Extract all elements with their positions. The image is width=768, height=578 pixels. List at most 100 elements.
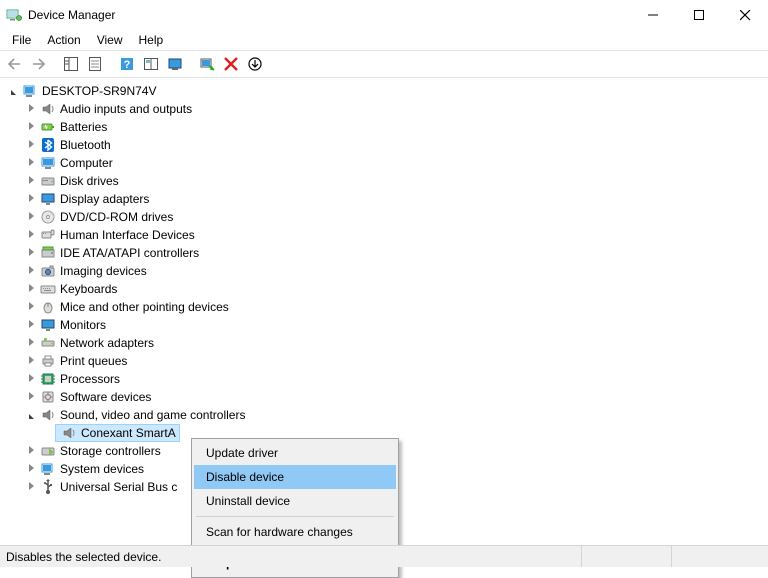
toolbar: ? [0, 50, 768, 78]
tree-category[interactable]: DVD/CD-ROM drives [4, 208, 768, 226]
show-hide-tree-button[interactable] [60, 53, 82, 75]
tree-category[interactable]: Batteries [4, 118, 768, 136]
menu-help[interactable]: Help [131, 31, 172, 49]
menu-view[interactable]: View [89, 31, 131, 49]
tree-category[interactable]: Display adapters [4, 190, 768, 208]
expand-collapse-icon[interactable] [24, 482, 38, 493]
keyboard-icon [40, 281, 56, 297]
context-menu-item[interactable]: Scan for hardware changes [194, 520, 396, 544]
app-icon [6, 7, 22, 23]
pc-icon [22, 83, 38, 99]
tree-category[interactable]: Imaging devices [4, 262, 768, 280]
context-menu-item[interactable]: Uninstall device [194, 489, 396, 513]
hid-icon [40, 227, 56, 243]
expand-collapse-icon[interactable] [24, 356, 38, 367]
disable-button[interactable] [220, 53, 242, 75]
system-icon [40, 461, 56, 477]
expand-collapse-icon[interactable] [24, 212, 38, 223]
expand-collapse-icon[interactable] [24, 104, 38, 115]
status-cell-3 [672, 546, 762, 567]
expand-collapse-icon[interactable] [6, 86, 20, 97]
expand-collapse-icon[interactable] [24, 464, 38, 475]
expand-collapse-icon[interactable] [24, 284, 38, 295]
tree-item-label: Human Interface Devices [60, 228, 195, 242]
titlebar: Device Manager [0, 0, 768, 30]
tree-category[interactable]: Bluetooth [4, 136, 768, 154]
context-menu-item[interactable]: Disable device [194, 465, 396, 489]
mouse-icon [40, 299, 56, 315]
expand-collapse-icon[interactable] [24, 446, 38, 457]
tree-category[interactable]: Disk drives [4, 172, 768, 190]
expand-collapse-icon[interactable] [24, 392, 38, 403]
expand-collapse-icon[interactable] [24, 122, 38, 133]
help-button[interactable]: ? [116, 53, 138, 75]
expand-collapse-icon[interactable] [24, 266, 38, 277]
device-tree[interactable]: DESKTOP-SR9N74V Audio inputs and outputs B… [0, 78, 768, 500]
network-icon [40, 335, 56, 351]
tree-category[interactable]: Computer [4, 154, 768, 172]
tree-item-label: Sound, video and game controllers [60, 408, 245, 422]
expand-collapse-icon[interactable] [24, 176, 38, 187]
tree-category[interactable]: Keyboards [4, 280, 768, 298]
tree-item-label: Monitors [60, 318, 106, 332]
tree-category[interactable]: Human Interface Devices [4, 226, 768, 244]
expand-collapse-icon[interactable] [24, 158, 38, 169]
camera-icon [40, 263, 56, 279]
tree-category[interactable]: Monitors [4, 316, 768, 334]
tree-item-label: Disk drives [60, 174, 119, 188]
close-button[interactable] [722, 0, 768, 30]
tree-category[interactable]: Network adapters [4, 334, 768, 352]
ide-icon [40, 245, 56, 261]
properties-button[interactable] [84, 53, 106, 75]
tree-item-label: Network adapters [60, 336, 154, 350]
tree-category[interactable]: Mice and other pointing devices [4, 298, 768, 316]
tree-item-label: Mice and other pointing devices [60, 300, 229, 314]
expand-collapse-icon[interactable] [24, 140, 38, 151]
tree-item-label: Conexant SmartA [81, 426, 176, 440]
minimize-button[interactable] [630, 0, 676, 30]
expand-collapse-icon[interactable] [24, 230, 38, 241]
toolbar-icon-2[interactable] [164, 53, 186, 75]
scan-hardware-button[interactable] [196, 53, 218, 75]
tree-item-label: Computer [60, 156, 113, 170]
tree-category[interactable]: Sound, video and game controllers [4, 406, 768, 424]
toolbar-icon-1[interactable] [140, 53, 162, 75]
tree-category[interactable]: Print queues [4, 352, 768, 370]
update-driver-button[interactable] [244, 53, 266, 75]
storage-icon [40, 443, 56, 459]
expand-collapse-icon[interactable] [24, 248, 38, 259]
optical-icon [40, 209, 56, 225]
back-button[interactable] [4, 53, 26, 75]
tree-category[interactable]: IDE ATA/ATAPI controllers [4, 244, 768, 262]
tree-item-label: Bluetooth [60, 138, 111, 152]
usb-icon [40, 479, 56, 495]
tree-item-label: Universal Serial Bus c [60, 480, 177, 494]
printer-icon [40, 353, 56, 369]
expand-collapse-icon[interactable] [24, 410, 38, 421]
tree-item-label: DESKTOP-SR9N74V [42, 84, 157, 98]
tree-item-label: Processors [60, 372, 120, 386]
tree-category[interactable]: Audio inputs and outputs [4, 100, 768, 118]
expand-collapse-icon[interactable] [24, 338, 38, 349]
tree-root[interactable]: DESKTOP-SR9N74V [4, 82, 768, 100]
tree-item-label: Imaging devices [60, 264, 147, 278]
expand-collapse-icon[interactable] [24, 320, 38, 331]
expand-collapse-icon[interactable] [24, 302, 38, 313]
context-menu-separator [196, 516, 394, 517]
tree-category[interactable]: Processors [4, 370, 768, 388]
maximize-button[interactable] [676, 0, 722, 30]
display-icon [40, 191, 56, 207]
speaker-icon [40, 101, 56, 117]
disk-icon [40, 173, 56, 189]
expand-collapse-icon[interactable] [24, 374, 38, 385]
monitor-icon [40, 317, 56, 333]
menu-file[interactable]: File [4, 31, 39, 49]
cpu-icon [40, 371, 56, 387]
menu-action[interactable]: Action [39, 31, 88, 49]
software-icon [40, 389, 56, 405]
forward-button[interactable] [28, 53, 50, 75]
tree-category[interactable]: Software devices [4, 388, 768, 406]
tree-item-label: Audio inputs and outputs [60, 102, 192, 116]
context-menu-item[interactable]: Update driver [194, 441, 396, 465]
expand-collapse-icon[interactable] [24, 194, 38, 205]
